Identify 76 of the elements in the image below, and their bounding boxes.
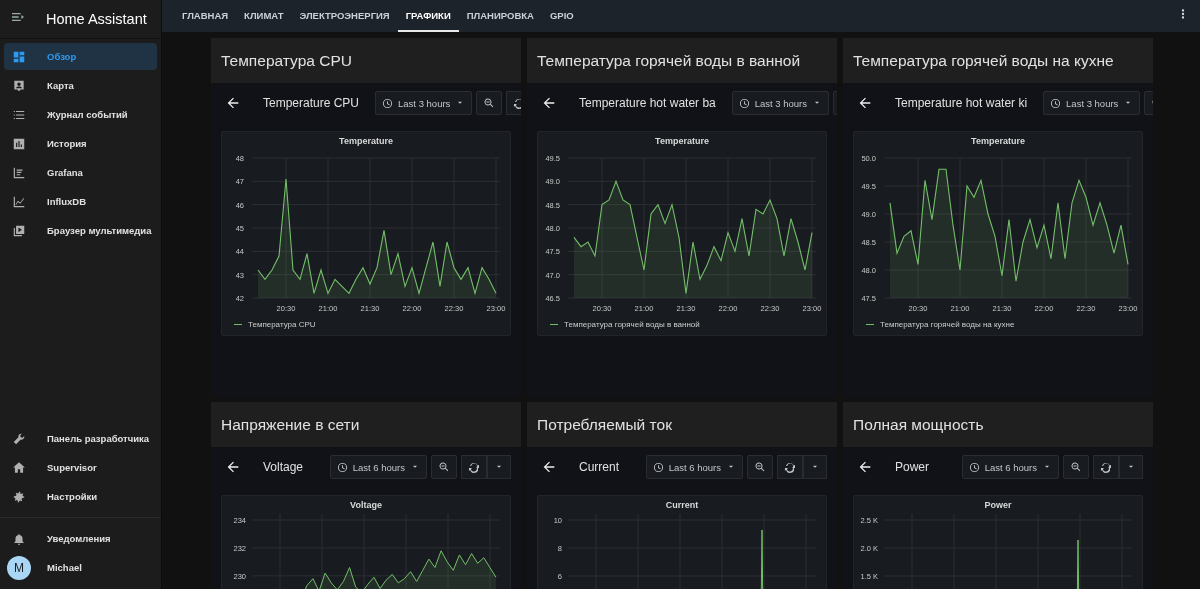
back-arrow-icon xyxy=(857,95,873,111)
legend-label[interactable]: Температура горячей воды на кухне xyxy=(880,320,1015,329)
legend-label[interactable]: Температура горячей воды в ванной xyxy=(564,320,700,329)
line-chart-icon xyxy=(12,194,26,209)
card-title: Потребляемый ток xyxy=(537,415,672,434)
dashboard-tab[interactable]: КЛИМАТ xyxy=(236,0,292,32)
notifications-item[interactable]: Уведомления xyxy=(4,525,157,552)
app-title: Home Assistant xyxy=(46,11,147,27)
clock-icon xyxy=(382,97,394,109)
dashboard-tab[interactable]: ГРАФИКИ xyxy=(397,0,459,32)
graph-title: Power xyxy=(984,500,1012,510)
card-title: Температура горячей воды на кухне xyxy=(853,51,1114,70)
bell-icon xyxy=(12,531,26,546)
zoom-out-icon xyxy=(483,97,496,109)
user-avatar: M xyxy=(7,555,31,580)
back-arrow-icon xyxy=(857,459,873,475)
dashboard-tab[interactable]: ГЛАВНАЯ xyxy=(174,0,237,32)
card-title: Температура CPU xyxy=(221,51,352,70)
zoom-out-icon xyxy=(754,461,766,473)
sidebar-item[interactable]: InfluxDB xyxy=(4,188,157,215)
bar-chart-icon xyxy=(12,136,26,151)
sidebar-item[interactable]: Журнал событий xyxy=(4,101,157,128)
graph-title: Current xyxy=(665,500,699,510)
sidebar-item[interactable]: Панель разработчика xyxy=(4,425,157,452)
legend-label[interactable]: Температура CPU xyxy=(248,320,316,329)
panel-title: Temperature hot water ki xyxy=(895,96,1028,110)
settings-icon xyxy=(12,489,26,504)
card-title: Напряжение в сети xyxy=(221,415,360,434)
play-box-icon xyxy=(12,223,26,238)
dashboard-tab[interactable]: GPIO xyxy=(541,0,582,32)
time-range-picker[interactable]: Last 6 hours xyxy=(961,455,1059,479)
sidebar-item[interactable]: Обзор xyxy=(4,43,157,70)
time-range-picker[interactable]: Last 3 hours xyxy=(731,91,830,115)
sidebar-item[interactable]: Карта xyxy=(4,72,157,99)
time-range-picker[interactable]: Last 6 hours xyxy=(329,455,427,479)
account-box-icon xyxy=(12,78,26,93)
clock-icon xyxy=(738,97,750,109)
back-arrow-icon xyxy=(225,95,241,111)
time-range-picker[interactable]: Last 6 hours xyxy=(645,455,743,479)
sidebar-item[interactable]: Grafana xyxy=(4,159,157,186)
dashboard-tab[interactable]: ПЛАНИРОВКА xyxy=(458,0,542,32)
home-icon xyxy=(12,460,26,475)
panel-title: Voltage xyxy=(263,460,304,474)
clock-icon xyxy=(336,461,348,473)
back-arrow-icon xyxy=(541,459,557,475)
back-arrow-icon xyxy=(225,459,241,475)
dashboard-tab[interactable]: ЭЛЕКТРОЭНЕРГИЯ xyxy=(291,0,398,32)
graph-title: Temperature xyxy=(971,136,1025,146)
graph-title: Voltage xyxy=(350,500,382,510)
panel-title: Temperature CPU xyxy=(263,96,360,110)
refresh-icon xyxy=(468,461,480,473)
graph-title: Temperature xyxy=(655,136,709,146)
clock-icon xyxy=(652,461,664,473)
refresh-icon xyxy=(1100,461,1112,473)
sidebar-item[interactable]: Supervisor xyxy=(4,454,157,481)
sidebar-item[interactable]: Настройки xyxy=(4,483,157,510)
time-range-picker[interactable]: Last 3 hours xyxy=(1043,91,1141,115)
clock-icon xyxy=(1050,97,1062,109)
card-title: Полная мощность xyxy=(853,415,984,434)
sidebar-item[interactable]: Браузер мультимедиа xyxy=(4,217,157,244)
sidebar-item[interactable]: История xyxy=(4,130,157,157)
card-title: Температура горячей воды в ванной xyxy=(537,51,801,70)
refresh-icon xyxy=(784,461,796,473)
wrench-icon xyxy=(12,431,26,446)
time-range-picker[interactable]: Last 3 hours xyxy=(375,91,473,115)
zoom-out-icon xyxy=(1070,461,1082,473)
panel-title: Current xyxy=(579,460,619,474)
panel-title: Temperature hot water ba xyxy=(579,96,716,110)
panel-title: Power xyxy=(895,460,929,474)
zoom-out-icon xyxy=(438,461,450,473)
clock-icon xyxy=(968,461,980,473)
chart-box-icon xyxy=(12,165,26,180)
back-arrow-icon xyxy=(541,95,557,111)
user-profile-item[interactable]: M Michael xyxy=(4,554,157,581)
graph-title: Temperature xyxy=(339,136,393,146)
dashboard-icon xyxy=(12,49,26,64)
